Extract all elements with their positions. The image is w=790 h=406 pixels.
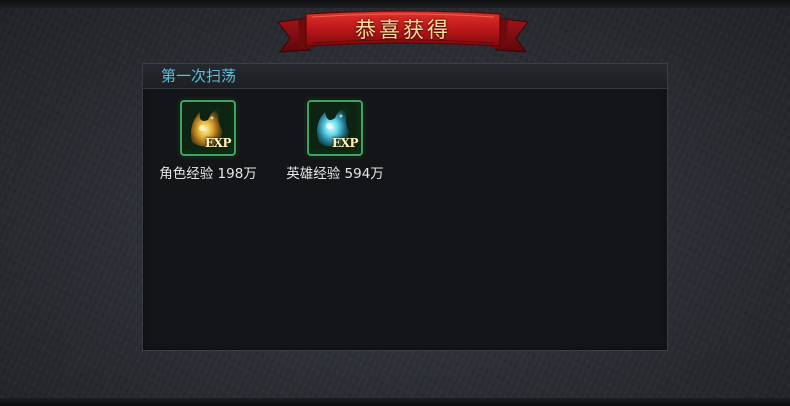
panel-title: 第一次扫荡 bbox=[161, 67, 237, 85]
top-edge bbox=[0, 0, 790, 8]
exp-label: EXP bbox=[205, 136, 231, 150]
reward-item-hero-exp[interactable]: EXP 英雄经验 594万 bbox=[280, 100, 390, 190]
banner-title: 恭喜获得 bbox=[355, 18, 451, 42]
exp-gold-icon[interactable]: EXP bbox=[180, 100, 236, 156]
title-banner: 恭喜获得 bbox=[276, 8, 530, 60]
reward-screen: 恭喜获得 第一次扫荡 EXP 角色经验 198万 EXP 英雄经验 594万 bbox=[0, 0, 790, 406]
bottom-edge bbox=[0, 398, 790, 406]
reward-item-character-exp[interactable]: EXP 角色经验 198万 bbox=[153, 100, 263, 190]
panel-header: 第一次扫荡 bbox=[143, 64, 667, 89]
reward-caption: 角色经验 198万 bbox=[159, 166, 257, 182]
reward-caption: 英雄经验 594万 bbox=[286, 166, 384, 182]
exp-label: EXP bbox=[332, 136, 358, 150]
reward-panel: 第一次扫荡 EXP 角色经验 198万 EXP 英雄经验 594万 bbox=[142, 63, 668, 351]
exp-blue-icon[interactable]: EXP bbox=[307, 100, 363, 156]
